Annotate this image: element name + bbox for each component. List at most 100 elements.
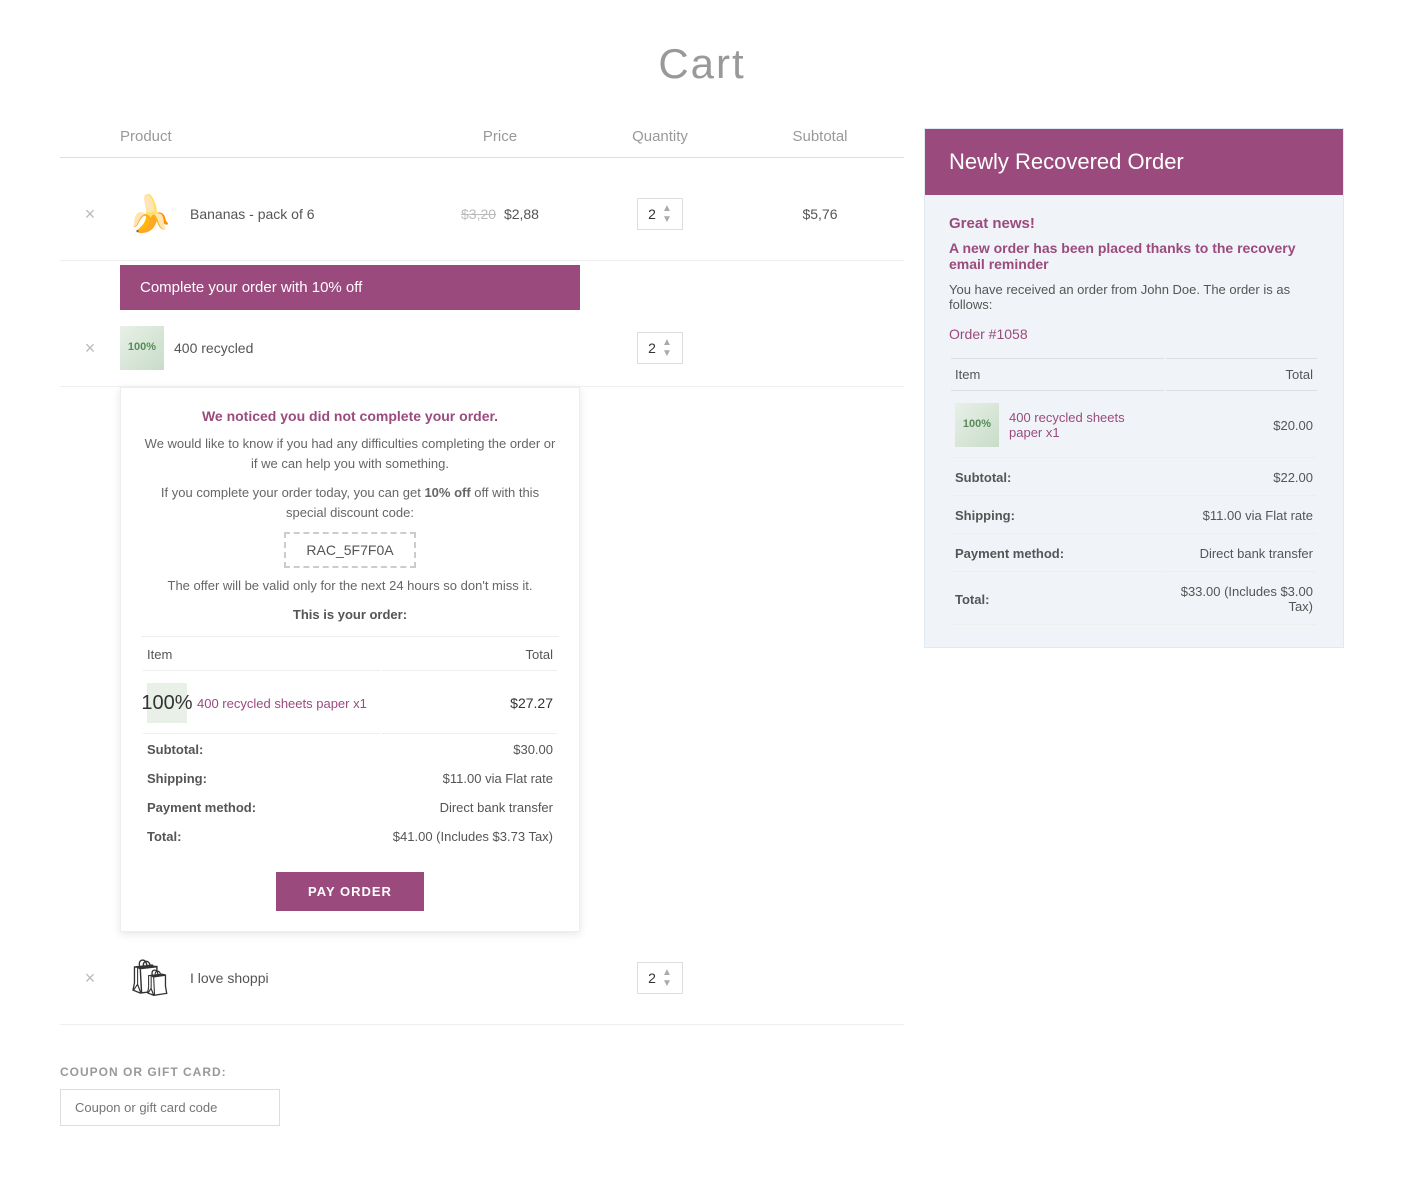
product-info-shopping: I love shoppi bbox=[180, 970, 269, 986]
recovery-popup-text4: This is your order: bbox=[141, 607, 559, 622]
product-name-paper: 400 recycled bbox=[174, 340, 253, 356]
product-name-shopping: I love shoppi bbox=[190, 970, 269, 986]
popup-banner: Complete your order with 10% off bbox=[120, 265, 580, 310]
subtotal-bananas: $5,76 bbox=[740, 206, 900, 222]
page-title: Cart bbox=[60, 40, 1344, 88]
mini-product-link[interactable]: 400 recycled sheets paper x1 bbox=[197, 696, 367, 711]
header-quantity: Quantity bbox=[580, 128, 740, 145]
product-image-shopping: 🛍 bbox=[120, 948, 180, 1008]
price-original-bananas: $3,20 bbox=[461, 206, 496, 222]
recovered-total-row: Total: $33.00 (Includes $3.00 Tax) bbox=[951, 574, 1317, 625]
recovered-subtotal-label: Subtotal: bbox=[951, 460, 1164, 496]
recovery-popup: We noticed you did not complete your ord… bbox=[120, 387, 580, 932]
order-placed-text: A new order has been placed thanks to th… bbox=[949, 240, 1319, 272]
order-received-text: You have received an order from John Doe… bbox=[949, 282, 1319, 312]
cart-right: Newly Recovered Order Great news! A new … bbox=[924, 128, 1344, 1146]
remove-button-bananas[interactable]: × bbox=[60, 204, 120, 225]
product-info-paper: 400 recycled bbox=[164, 340, 253, 356]
price-current-bananas: $2,88 bbox=[504, 206, 539, 222]
qty-value-paper: 2 bbox=[648, 340, 656, 356]
qty-arrows-shopping[interactable]: ▲ ▼ bbox=[662, 967, 672, 989]
coupon-label: COUPON OR GIFT CARD: bbox=[60, 1065, 904, 1079]
shipping-value: $11.00 via Flat rate bbox=[382, 765, 557, 792]
product-image-paper: 100% bbox=[120, 326, 164, 370]
remove-button-shopping[interactable]: × bbox=[60, 968, 120, 989]
subtotal-value: $30.00 bbox=[382, 736, 557, 763]
mini-table-header-item: Item bbox=[143, 639, 380, 671]
header-remove bbox=[60, 128, 120, 145]
product-image-bananas: 🍌 bbox=[120, 184, 180, 244]
cart-layout: Product Price Quantity Subtotal × 🍌 Bana… bbox=[60, 128, 1344, 1146]
mini-product-cell: 100% 400 recycled sheets paper x1 bbox=[143, 673, 380, 734]
order-summary-shipping: Shipping: $11.00 via Flat rate bbox=[143, 765, 557, 792]
recovery-popup-text3: The offer will be valid only for the nex… bbox=[141, 578, 559, 593]
order-summary-payment: Payment method: Direct bank transfer bbox=[143, 794, 557, 821]
subtotal-label: Subtotal: bbox=[143, 736, 380, 763]
order-summary-total: Total: $41.00 (Includes $3.73 Tax) bbox=[143, 823, 557, 850]
coupon-input[interactable] bbox=[60, 1089, 280, 1126]
recovered-shipping-label: Shipping: bbox=[951, 498, 1164, 534]
discount-code-box: RAC_5F7F0A bbox=[284, 532, 415, 568]
recovered-payment-row: Payment method: Direct bank transfer bbox=[951, 536, 1317, 572]
mini-product-qty: x1 bbox=[353, 696, 367, 711]
recovered-product-qty: x1 bbox=[1046, 425, 1060, 440]
recovered-header-item: Item bbox=[951, 358, 1164, 391]
recovered-shipping-row: Shipping: $11.00 via Flat rate bbox=[951, 498, 1317, 534]
order-link[interactable]: Order #1058 bbox=[949, 326, 1319, 342]
recovered-product: 100% 400 recycled sheets paper x1 bbox=[955, 403, 1160, 447]
cart-row-bananas: × 🍌 Bananas - pack of 6 $3,20 $2,88 2 ▲ bbox=[60, 168, 904, 261]
cart-row-shopping: × 🛍 I love shoppi 2 ▲ ▼ bbox=[60, 932, 904, 1025]
header-product: Product bbox=[120, 128, 420, 145]
mini-product-link-text: 400 recycled sheets paper bbox=[197, 696, 349, 711]
recovered-order-body: Great news! A new order has been placed … bbox=[925, 195, 1343, 647]
recovered-header-total: Total bbox=[1166, 358, 1317, 391]
order-mini-table: Item Total 100% 400 recycled sheets pape… bbox=[141, 636, 559, 852]
pay-order-button[interactable]: PAY ORDER bbox=[276, 872, 424, 911]
qty-value-bananas: 2 bbox=[648, 206, 656, 222]
shipping-label: Shipping: bbox=[143, 765, 380, 792]
recovered-payment-label: Payment method: bbox=[951, 536, 1164, 572]
qty-paper: 2 ▲ ▼ bbox=[580, 332, 740, 364]
recovered-total-value: $33.00 (Includes $3.00 Tax) bbox=[1166, 574, 1317, 625]
recovered-product-link-text: 400 recycled sheets paper bbox=[1009, 410, 1125, 440]
qty-box-shopping[interactable]: 2 ▲ ▼ bbox=[637, 962, 683, 994]
qty-shopping: 2 ▲ ▼ bbox=[580, 962, 740, 994]
popup-banner-text: Complete your order with 10% off bbox=[140, 279, 362, 296]
cart-left: Product Price Quantity Subtotal × 🍌 Bana… bbox=[60, 128, 904, 1146]
product-name-bananas: Bananas - pack of 6 bbox=[190, 206, 315, 222]
recovered-table: Item Total 100% 400 recycled bbox=[949, 356, 1319, 627]
recovered-total-label: Total: bbox=[951, 574, 1164, 625]
mini-product: 100% 400 recycled sheets paper x1 bbox=[147, 683, 376, 723]
qty-value-shopping: 2 bbox=[648, 970, 656, 986]
cart-table-header: Product Price Quantity Subtotal bbox=[60, 128, 904, 158]
recovered-product-link[interactable]: 400 recycled sheets paper x1 bbox=[1009, 410, 1160, 440]
header-price: Price bbox=[420, 128, 580, 145]
recovered-subtotal-value: $22.00 bbox=[1166, 460, 1317, 496]
recovery-popup-text1: We would like to know if you had any dif… bbox=[141, 434, 559, 473]
recovered-product-cell: 100% 400 recycled sheets paper x1 bbox=[951, 393, 1164, 458]
product-info-bananas: Bananas - pack of 6 bbox=[180, 206, 315, 222]
cart-row-paper: × 100% 400 recycled 2 ▲ ▼ bbox=[60, 310, 904, 387]
recovered-product-row: 100% 400 recycled sheets paper x1 $20.00 bbox=[951, 393, 1317, 458]
qty-box-bananas[interactable]: 2 ▲ ▼ bbox=[637, 198, 683, 230]
mini-product-total: $27.27 bbox=[382, 673, 557, 734]
order-mini-row: 100% 400 recycled sheets paper x1 $27.27 bbox=[143, 673, 557, 734]
remove-button-paper[interactable]: × bbox=[60, 338, 120, 359]
price-bananas: $3,20 $2,88 bbox=[420, 206, 580, 222]
qty-arrows-paper[interactable]: ▲ ▼ bbox=[662, 337, 672, 359]
recovery-popup-notice: We noticed you did not complete your ord… bbox=[141, 408, 559, 424]
recovered-subtotal-row: Subtotal: $22.00 bbox=[951, 460, 1317, 496]
recovered-product-total: $20.00 bbox=[1166, 393, 1317, 458]
recovered-order-panel: Newly Recovered Order Great news! A new … bbox=[924, 128, 1344, 648]
qty-box-paper[interactable]: 2 ▲ ▼ bbox=[637, 332, 683, 364]
qty-bananas: 2 ▲ ▼ bbox=[580, 198, 740, 230]
qty-arrows-bananas[interactable]: ▲ ▼ bbox=[662, 203, 672, 225]
mini-table-header-total: Total bbox=[382, 639, 557, 671]
payment-value: Direct bank transfer bbox=[382, 794, 557, 821]
recovery-popup-text2: If you complete your order today, you ca… bbox=[141, 483, 559, 522]
order-summary-subtotal: Subtotal: $30.00 bbox=[143, 736, 557, 763]
discount-bold: 10% off bbox=[424, 485, 470, 500]
recovered-order-header: Newly Recovered Order bbox=[925, 129, 1343, 195]
page-wrapper: Cart Product Price Quantity Subtotal × 🍌… bbox=[0, 0, 1404, 1186]
great-news: Great news! bbox=[949, 215, 1319, 232]
